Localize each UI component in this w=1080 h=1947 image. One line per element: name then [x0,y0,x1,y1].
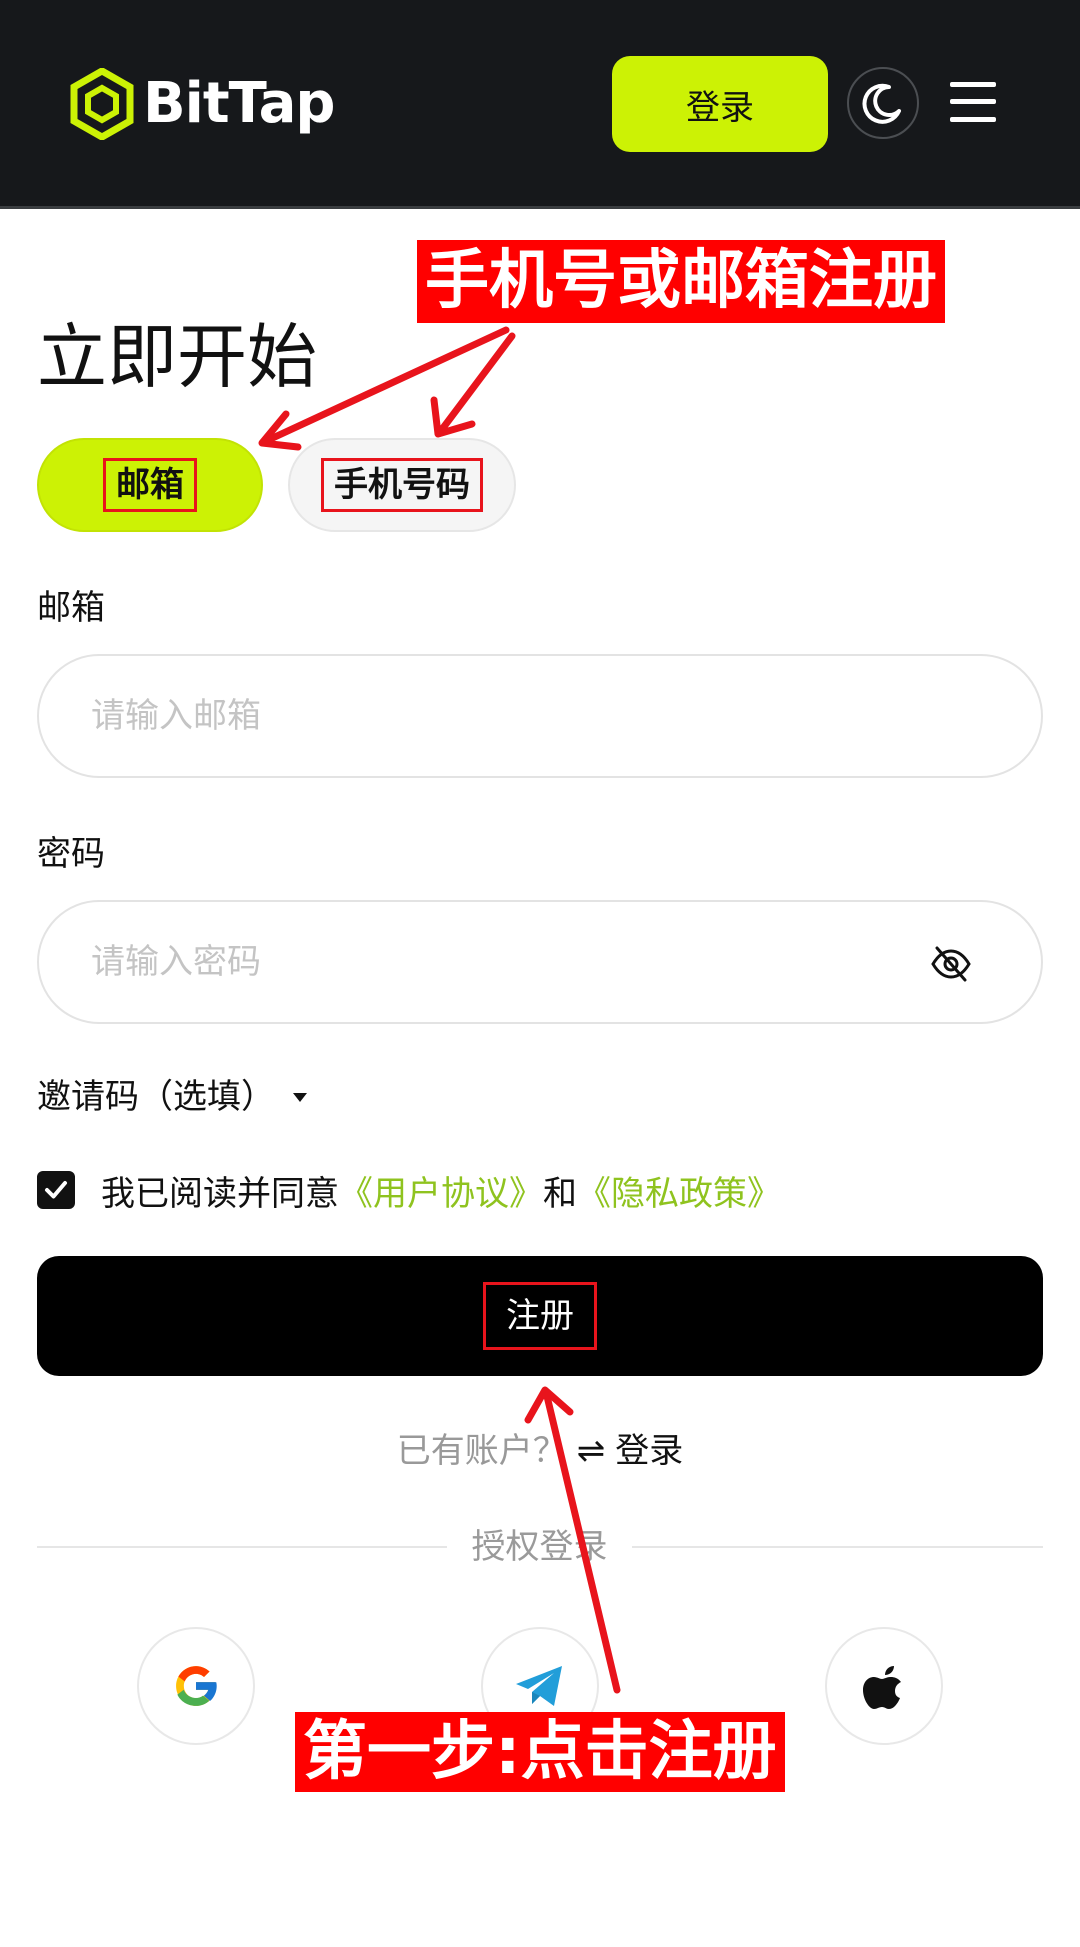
google-login-button[interactable] [137,1627,255,1745]
register-button[interactable]: 注册 [37,1256,1043,1376]
divider-line-right [632,1546,1043,1548]
have-account-text: 已有账户？ [396,1431,567,1471]
tab-email-label: 邮箱 [103,458,197,512]
agreement-row: 我已阅读并同意 《用户协议》 和 《隐私政策》 [37,1162,781,1218]
header-divider [0,206,1080,209]
theme-toggle-button[interactable] [847,67,919,139]
moon-icon [862,83,901,124]
telegram-icon [516,1666,562,1706]
user-agreement-link[interactable]: 《用户协议》 [339,1166,543,1215]
tab-phone[interactable]: 手机号码 [288,438,516,532]
agree-text: 我已阅读并同意 [101,1173,339,1214]
oauth-divider-label: 授权登录 [471,1527,608,1567]
bittap-logo-icon [70,68,134,140]
password-field-container[interactable] [37,900,1043,1024]
email-input[interactable] [89,695,991,737]
arrow-to-phone-tab [436,332,516,436]
privacy-policy-link[interactable]: 《隐私政策》 [577,1166,781,1215]
page-title: 立即开始 [37,316,317,398]
agree-checkbox[interactable] [37,1171,75,1209]
annotation-bottom: 第一步:点击注册 [295,1712,785,1792]
checkmark-icon [45,1181,67,1199]
apple-icon [863,1666,901,1709]
swap-arrows-icon: ⇌ [576,1431,606,1471]
register-button-label: 注册 [483,1282,597,1350]
invite-code-label: 邀请码（选填） [37,1077,275,1117]
email-field-container[interactable] [37,654,1043,778]
header-login-button[interactable]: 登录 [612,56,828,152]
divider-line-left [37,1546,447,1548]
tab-email[interactable]: 邮箱 [37,438,263,532]
login-link[interactable]: 登录 [615,1431,683,1471]
password-input[interactable] [89,941,860,983]
invite-code-toggle[interactable]: 邀请码（选填） [37,1072,307,1122]
eye-slash-icon[interactable] [929,942,973,986]
caret-down-icon [293,1092,307,1102]
have-account-row: 已有账户？ ⇌ 登录 [0,1426,1080,1476]
email-label: 邮箱 [37,588,105,628]
apple-login-button[interactable] [825,1627,943,1745]
agree-and-text: 和 [543,1173,577,1214]
tab-phone-label: 手机号码 [321,458,483,512]
password-label: 密码 [37,834,105,874]
brand-name[interactable]: BitTap [143,68,336,140]
hamburger-menu-icon[interactable] [950,80,998,124]
google-icon [176,1666,218,1706]
annotation-top: 手机号或邮箱注册 [417,240,945,323]
